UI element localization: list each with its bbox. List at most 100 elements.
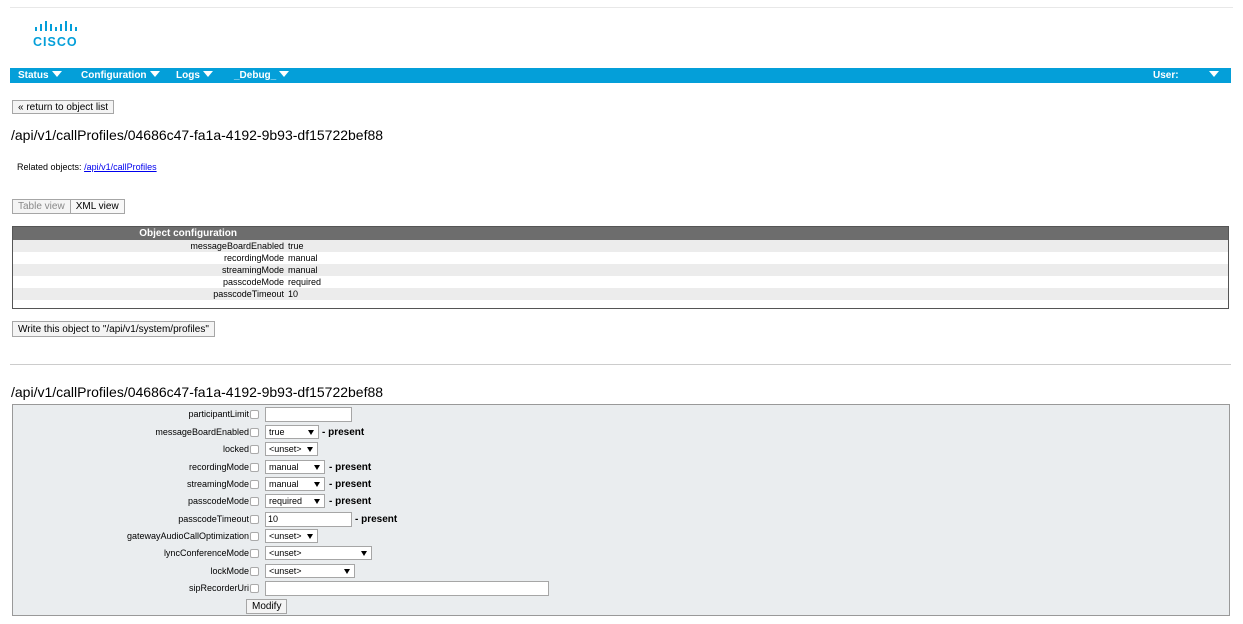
config-key: streamingMode (221, 265, 284, 275)
form-row-gatewayAudioCallOptimization: gatewayAudioCallOptimization <unset> (13, 528, 1229, 545)
nav-configuration-label: Configuration (81, 70, 147, 81)
table-view-button[interactable]: Table view (12, 199, 71, 214)
related-objects-label: Related objects: (17, 162, 82, 172)
locked-checkbox[interactable] (250, 445, 259, 454)
config-key: passcodeMode (222, 277, 284, 287)
view-toggle: Table view XML view (12, 199, 125, 214)
participantLimit-checkbox[interactable] (250, 410, 259, 419)
table-row: passcodeMode required (13, 276, 1228, 288)
lockMode-checkbox[interactable] (250, 567, 259, 576)
chevron-down-icon (202, 71, 213, 77)
nav-logs-label: Logs (176, 70, 200, 81)
config-key: passcodeTimeout (213, 289, 284, 299)
dropdown-arrow-icon (308, 430, 314, 435)
dropdown-arrow-icon (344, 569, 350, 574)
related-objects: Related objects: /api/v1/callProfiles (17, 162, 157, 172)
lyncConferenceMode-label: lyncConferenceMode (163, 548, 249, 558)
locked-select[interactable]: <unset> (265, 442, 318, 456)
form-row-lockMode: lockMode <unset> (13, 563, 1229, 580)
related-objects-link[interactable]: /api/v1/callProfiles (84, 162, 157, 172)
table-row: recordingMode manual (13, 252, 1228, 264)
modify-button[interactable]: Modify (246, 599, 288, 614)
modify-object-form: participantLimit messageBoardEnabled tru… (12, 404, 1230, 616)
chevron-down-icon (1209, 71, 1219, 77)
form-row-participantLimit: participantLimit (13, 406, 1229, 423)
streamingMode-select[interactable]: manual (265, 477, 325, 491)
passcodeTimeout-input[interactable]: 10 (265, 512, 352, 527)
form-row-messageBoardEnabled: messageBoardEnabled true - present (13, 424, 1229, 441)
top-navbar: Status Configuration Logs _Debug_ User: (10, 68, 1231, 83)
recordingMode-label: recordingMode (188, 462, 249, 472)
config-key: messageBoardEnabled (190, 241, 284, 251)
streamingMode-checkbox[interactable] (250, 480, 259, 489)
sipRecorderUri-checkbox[interactable] (250, 584, 259, 593)
nav-configuration[interactable]: Configuration (81, 70, 160, 81)
dropdown-arrow-icon (307, 447, 313, 452)
form-row-passcodeMode: passcodeMode required - present (13, 493, 1229, 510)
config-key: recordingMode (223, 253, 284, 263)
gatewayAudioCallOptimization-checkbox[interactable] (250, 532, 259, 541)
chevron-down-icon (279, 71, 290, 77)
table-row: messageBoardEnabled true (13, 240, 1228, 252)
nav-user[interactable]: User: (1153, 70, 1179, 81)
config-value: manual (288, 265, 318, 275)
sipRecorderUri-input[interactable] (265, 581, 549, 596)
nav-debug[interactable]: _Debug_ (234, 70, 290, 81)
form-row-locked: locked <unset> (13, 441, 1229, 458)
participantLimit-input[interactable] (265, 407, 352, 422)
passcodeTimeout-status: - present (355, 514, 398, 525)
nav-status[interactable]: Status (18, 70, 62, 81)
nav-status-label: Status (18, 70, 49, 81)
lockMode-label: lockMode (210, 566, 249, 576)
page-title: /api/v1/callProfiles/04686c47-fa1a-4192-… (11, 127, 384, 143)
table-row: streamingMode manual (13, 264, 1228, 276)
sipRecorderUri-label: sipRecorderUri (188, 583, 249, 593)
lyncConferenceMode-select[interactable]: <unset> (265, 546, 372, 560)
config-value: manual (288, 253, 318, 263)
dropdown-arrow-icon (314, 482, 320, 487)
gatewayAudioCallOptimization-select-value: <unset> (269, 531, 302, 541)
recordingMode-checkbox[interactable] (250, 463, 259, 472)
passcodeTimeout-label: passcodeTimeout (178, 514, 249, 524)
participantLimit-label: participantLimit (188, 409, 249, 419)
gatewayAudioCallOptimization-label: gatewayAudioCallOptimization (126, 531, 249, 541)
locked-label: locked (222, 444, 249, 454)
user-menu-toggle[interactable] (1206, 70, 1219, 81)
return-to-object-list-button[interactable]: « return to object list (12, 100, 115, 114)
xml-view-button[interactable]: XML view (70, 199, 125, 214)
dropdown-arrow-icon (361, 551, 367, 556)
passcodeMode-checkbox[interactable] (250, 497, 259, 506)
messageBoardEnabled-checkbox[interactable] (250, 428, 259, 437)
messageBoardEnabled-label: messageBoardEnabled (155, 427, 249, 437)
streamingMode-status: - present (329, 479, 372, 490)
form-row-lyncConferenceMode: lyncConferenceMode <unset> (13, 545, 1229, 562)
lockMode-select-value: <unset> (269, 566, 302, 576)
form-row-sipRecorderUri: sipRecorderUri (13, 580, 1229, 597)
form-row-streamingMode: streamingMode manual - present (13, 476, 1229, 493)
config-value: required (288, 277, 322, 287)
locked-select-value: <unset> (269, 444, 302, 454)
cisco-logo: CISCO (33, 21, 78, 49)
cisco-logo-text: CISCO (33, 35, 78, 49)
passcodeMode-select-value: required (269, 496, 303, 506)
nav-logs[interactable]: Logs (176, 70, 213, 81)
write-object-button[interactable]: Write this object to "/api/v1/system/pro… (12, 321, 215, 337)
lockMode-select[interactable]: <unset> (265, 564, 355, 578)
nav-debug-label: _Debug_ (234, 70, 277, 81)
recordingMode-select[interactable]: manual (265, 460, 325, 474)
dropdown-arrow-icon (307, 534, 313, 539)
lyncConferenceMode-select-value: <unset> (269, 548, 302, 558)
passcodeTimeout-checkbox[interactable] (250, 515, 259, 524)
messageBoardEnabled-select[interactable]: true (265, 425, 319, 439)
gatewayAudioCallOptimization-select[interactable]: <unset> (265, 529, 318, 543)
config-value: true (288, 241, 304, 251)
streamingMode-select-value: manual (269, 479, 299, 489)
config-value: 10 (288, 289, 299, 299)
messageBoardEnabled-status: - present (322, 427, 365, 438)
lyncConferenceMode-checkbox[interactable] (250, 549, 259, 558)
passcodeMode-select[interactable]: required (265, 494, 325, 508)
form-row-passcodeTimeout: passcodeTimeout 10 - present (13, 511, 1229, 528)
recordingMode-status: - present (329, 462, 372, 473)
streamingMode-label: streamingMode (186, 479, 249, 489)
object-configuration-header-label: Object configuration (139, 228, 237, 239)
